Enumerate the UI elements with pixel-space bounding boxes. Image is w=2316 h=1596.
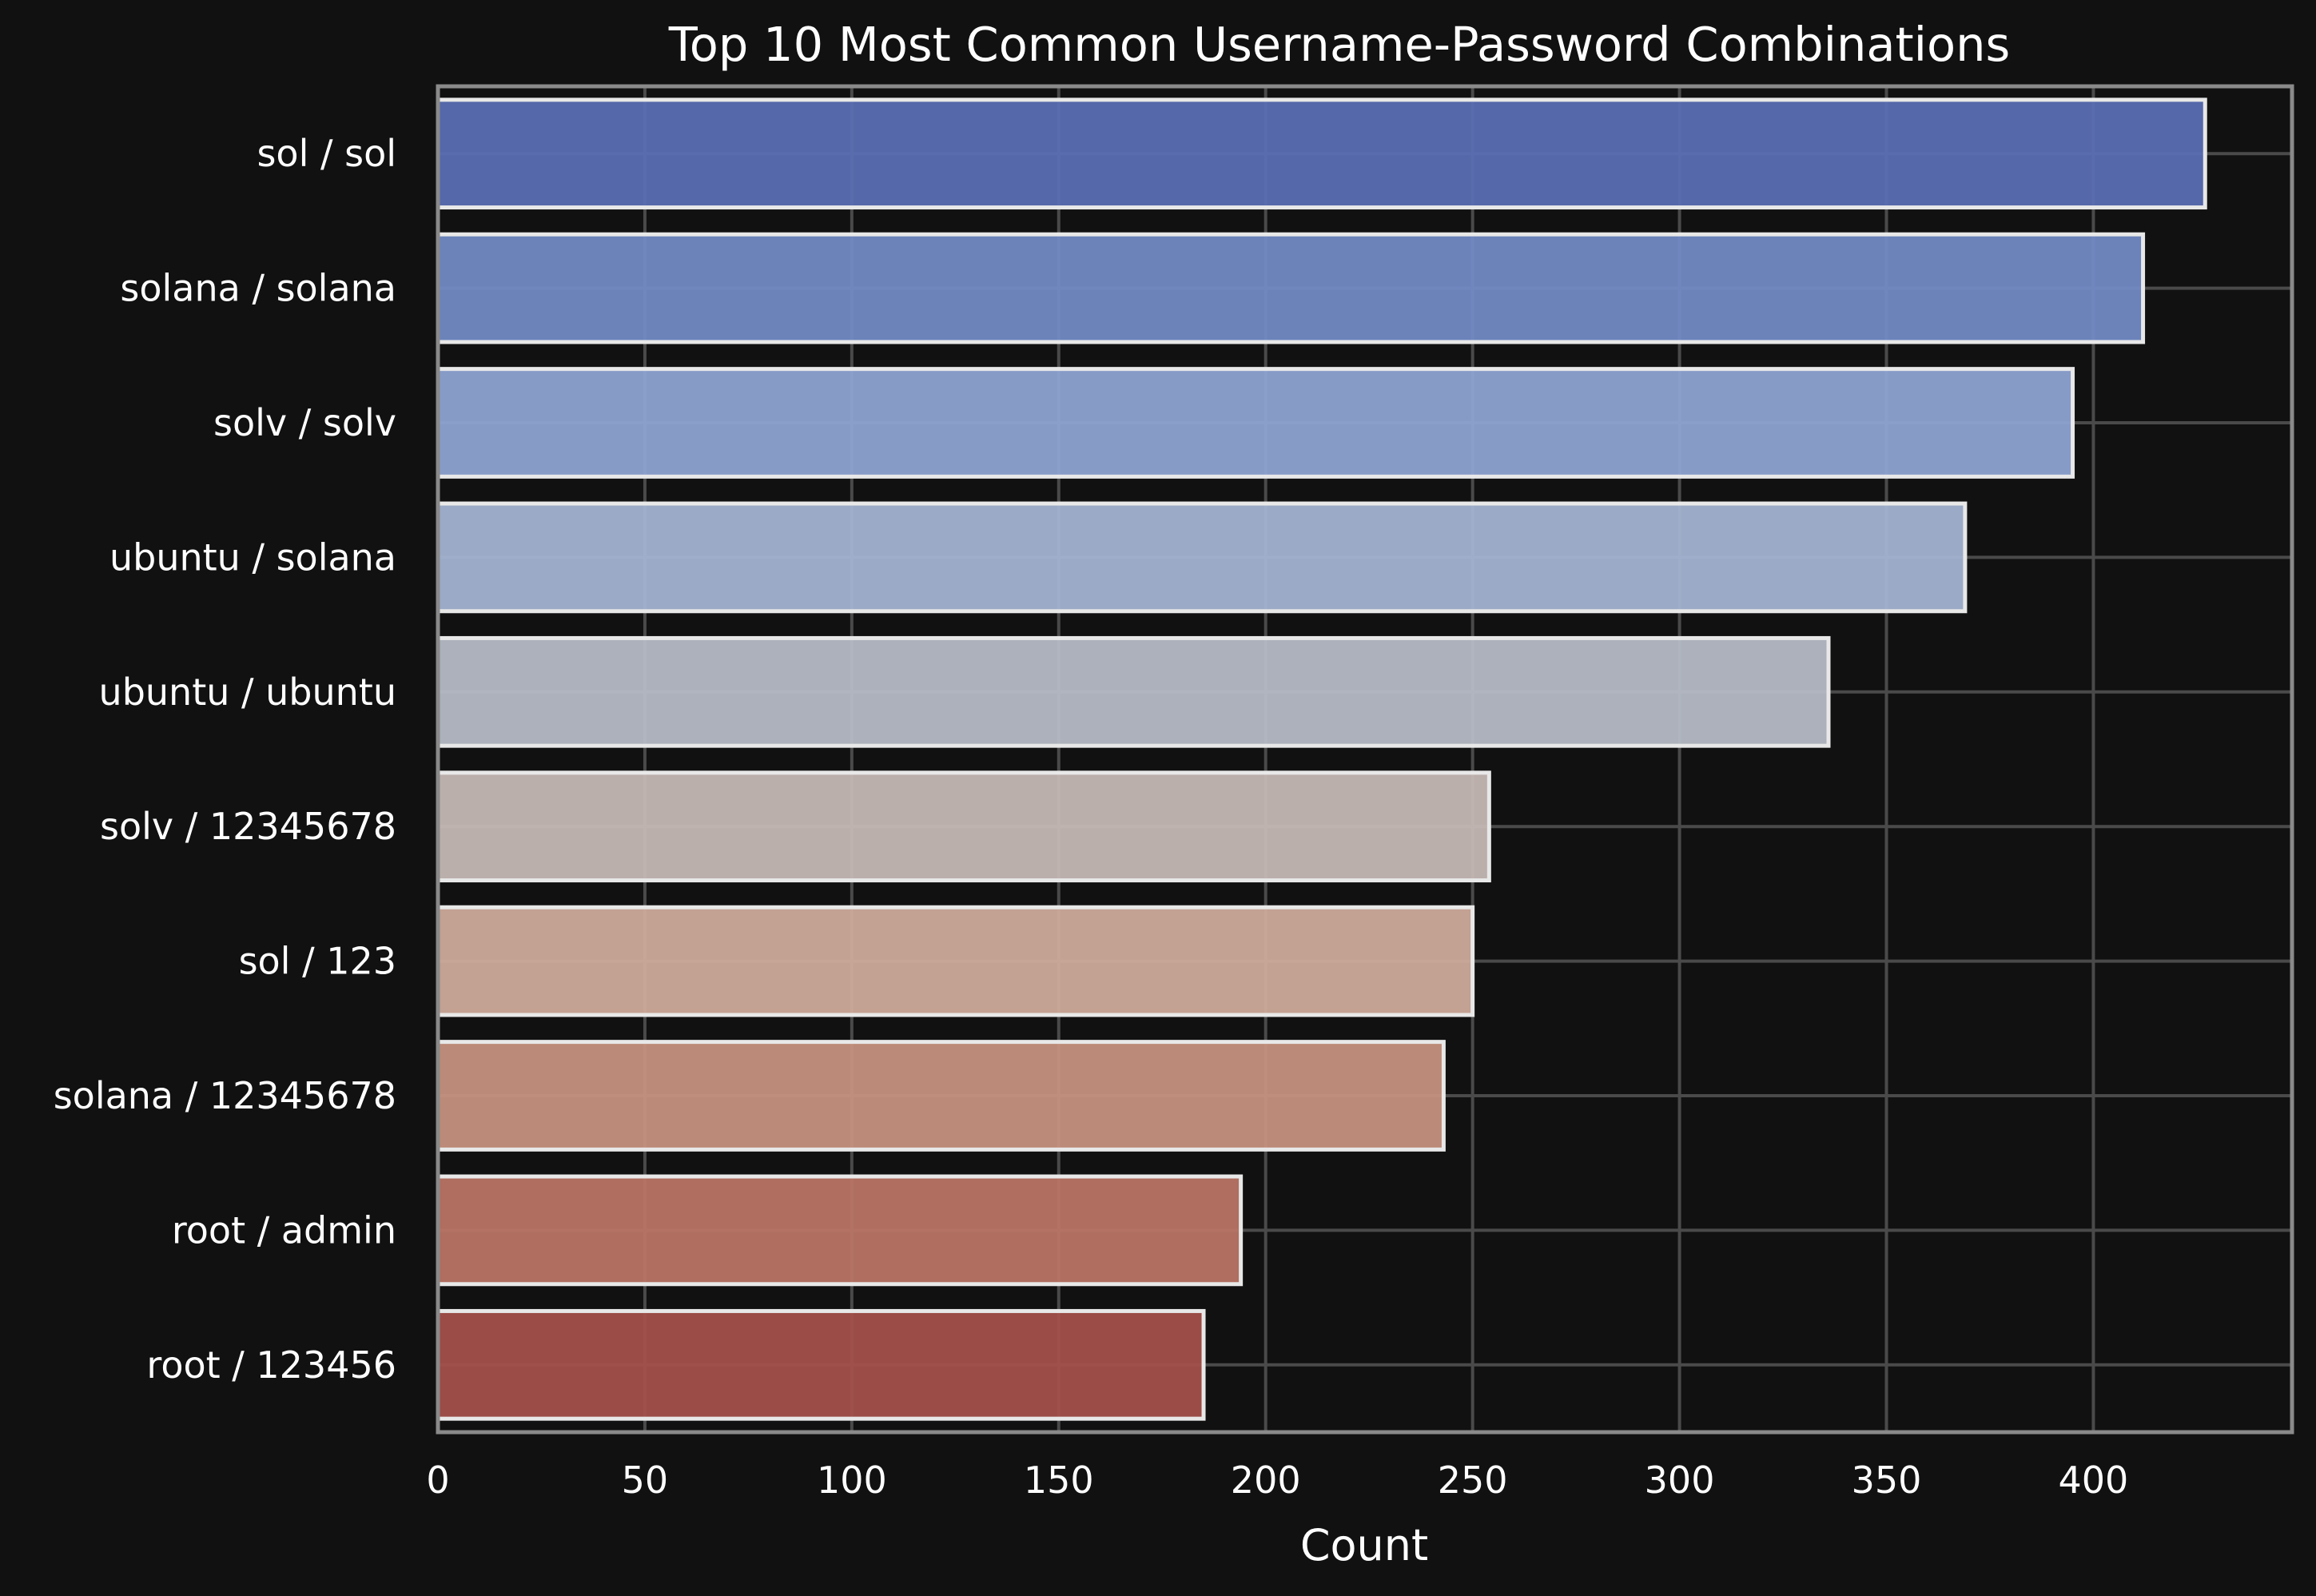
bar <box>436 905 1475 1017</box>
y-tick-label: solv / 12345678 <box>100 805 396 848</box>
y-tick-label: root / 123456 <box>146 1343 396 1387</box>
x-tick-label: 200 <box>1231 1459 1301 1502</box>
y-tick-label: solana / solana <box>120 267 396 310</box>
chart: Top 10 Most Common Username-Password Com… <box>0 0 2316 1596</box>
bar <box>436 1040 1446 1152</box>
x-tick-label: 100 <box>817 1459 887 1502</box>
y-tick-label: sol / 123 <box>239 940 396 983</box>
x-tick-label: 400 <box>2059 1459 2129 1502</box>
x-tick-label: 300 <box>1645 1459 1715 1502</box>
bar <box>436 635 1831 748</box>
y-tick-label: ubuntu / solana <box>109 535 396 579</box>
y-tick-label: solv / solv <box>213 401 396 444</box>
bar <box>436 232 2146 344</box>
bar <box>436 1174 1244 1287</box>
bar <box>436 98 2207 210</box>
bar <box>436 367 2075 479</box>
x-tick-label: 50 <box>622 1459 669 1502</box>
y-tick-label: solana / 12345678 <box>54 1074 396 1117</box>
y-tick-label: root / admin <box>172 1208 396 1252</box>
x-tick-label: 150 <box>1024 1459 1094 1502</box>
x-tick-label: 250 <box>1438 1459 1508 1502</box>
bar <box>436 501 1968 614</box>
chart-title: Top 10 Most Common Username-Password Com… <box>668 17 2011 72</box>
x-tick-label: 0 <box>426 1459 449 1502</box>
bar <box>436 770 1491 883</box>
x-tick-label: 350 <box>1852 1459 1922 1502</box>
y-tick-label: ubuntu / ubuntu <box>99 671 396 714</box>
bar <box>436 1308 1206 1421</box>
y-tick-label: sol / sol <box>257 132 396 175</box>
x-axis-label: Count <box>1300 1520 1428 1570</box>
